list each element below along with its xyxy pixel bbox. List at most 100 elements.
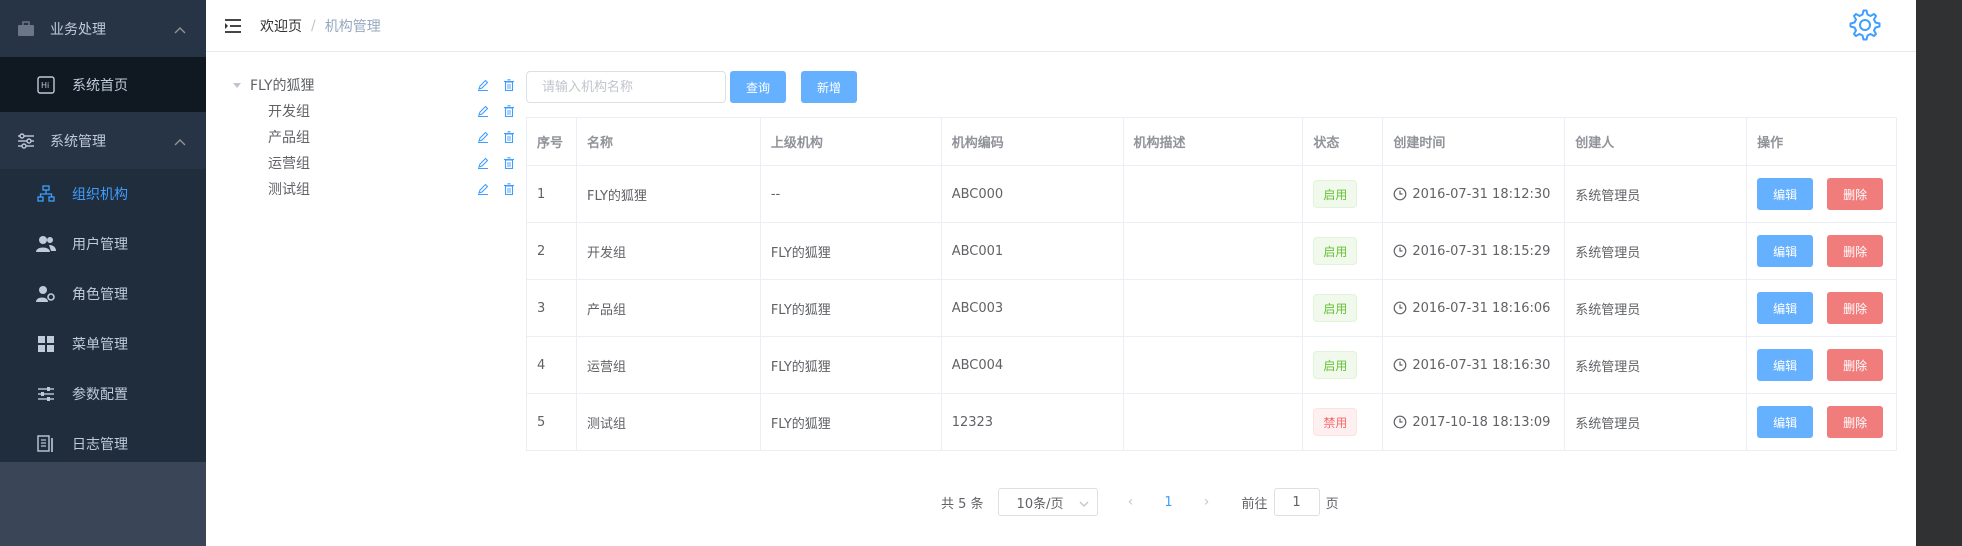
cell-desc	[1123, 394, 1304, 451]
column-header: 机构编码	[941, 118, 1124, 166]
column-header: 创建人	[1565, 118, 1748, 166]
column-header: 机构描述	[1123, 118, 1304, 166]
table-row: 1 FLY的狐狸 -- ABC000 启用 2016-07-31 18:12:3…	[527, 166, 1897, 223]
sidebar-item-org[interactable]: 组织机构	[0, 169, 206, 219]
edit-button[interactable]: 编辑	[1757, 406, 1814, 438]
grid-icon	[36, 334, 56, 354]
edit-button[interactable]: 编辑	[1757, 235, 1814, 267]
edit-button[interactable]: 编辑	[1757, 292, 1814, 324]
tree-node-label: 运营组	[268, 156, 310, 172]
org-tree: FLY的狐狸 开发组 产品组 运营组 测试组	[232, 72, 522, 202]
pagination: 共 5 条 10条/页 ‹ 1 › 前往 页	[941, 488, 1339, 516]
cell-name: FLY的狐狸	[576, 166, 761, 223]
status-badge: 启用	[1313, 237, 1358, 265]
delete-icon[interactable]	[502, 182, 516, 196]
gear-icon[interactable]	[1848, 8, 1882, 42]
tree-node-label: 产品组	[268, 130, 310, 146]
delete-button[interactable]: 删除	[1827, 292, 1884, 324]
cell-creator: 系统管理员	[1565, 223, 1748, 280]
sidebar-item-menus[interactable]: 菜单管理	[0, 319, 206, 369]
sidebar-item-label: 日志管理	[72, 437, 128, 453]
cell-index: 1	[527, 166, 577, 223]
cell-desc	[1123, 223, 1304, 280]
cell-index: 3	[527, 280, 577, 337]
menu-group-business[interactable]: 业务处理	[0, 0, 206, 57]
total-count: 共 5 条	[941, 496, 984, 512]
sidebar-item-label: 系统首页	[72, 77, 128, 94]
goto-page-input[interactable]	[1273, 488, 1320, 516]
edit-icon[interactable]	[476, 104, 490, 118]
sidebar-item-label: 参数配置	[72, 387, 128, 403]
tree-node-label: FLY的狐狸	[250, 78, 315, 94]
cell-code: ABC001	[941, 223, 1124, 280]
column-header: 序号	[527, 118, 577, 166]
menu-group-label: 业务处理	[50, 21, 106, 38]
sidebar-item-params[interactable]: 参数配置	[0, 369, 206, 419]
delete-button[interactable]: 删除	[1827, 406, 1884, 438]
caret-down-icon[interactable]	[232, 77, 244, 93]
query-button[interactable]: 查询	[730, 71, 786, 103]
edit-button[interactable]: 编辑	[1757, 178, 1814, 210]
org-name-search-input[interactable]	[526, 71, 726, 103]
user-gear-icon	[36, 284, 56, 304]
created-time: 2016-07-31 18:16:06	[1412, 300, 1551, 316]
cell-status: 启用	[1303, 223, 1384, 280]
cell-code: ABC004	[941, 337, 1124, 394]
delete-button[interactable]: 删除	[1827, 235, 1884, 267]
tree-node-child[interactable]: 运营组	[232, 150, 522, 176]
delete-button[interactable]: 删除	[1827, 349, 1884, 381]
cell-name: 测试组	[576, 394, 761, 451]
sidebar: 业务处理 Hi 系统首页 系统管理 组织机构 用户管理 角色管理 菜单管理 参数…	[0, 0, 206, 546]
tree-node-child[interactable]: 产品组	[232, 124, 522, 150]
next-page-button[interactable]: ›	[1192, 494, 1222, 510]
tree-node-label: 开发组	[268, 104, 310, 120]
delete-icon[interactable]	[502, 78, 516, 92]
column-header: 名称	[576, 118, 761, 166]
edit-button[interactable]: 编辑	[1757, 349, 1814, 381]
prev-page-button[interactable]: ‹	[1116, 494, 1146, 510]
sidebar-item-home[interactable]: Hi 系统首页	[0, 57, 206, 112]
cell-created: 2016-07-31 18:12:30	[1383, 166, 1566, 223]
cell-desc	[1123, 166, 1304, 223]
tree-node-child[interactable]: 测试组	[232, 176, 522, 202]
sidebar-item-roles[interactable]: 角色管理	[0, 269, 206, 319]
table-row: 4 运营组 FLY的狐狸 ABC004 启用 2016-07-31 18:16:…	[527, 337, 1897, 394]
page-number[interactable]: 1	[1154, 495, 1184, 510]
cell-status: 启用	[1303, 337, 1384, 394]
breadcrumb-home[interactable]: 欢迎页	[260, 16, 302, 36]
hi-icon: Hi	[36, 75, 56, 95]
delete-icon[interactable]	[502, 104, 516, 118]
delete-icon[interactable]	[502, 156, 516, 170]
add-button[interactable]: 新增	[801, 71, 857, 103]
menu-group-system[interactable]: 系统管理	[0, 112, 206, 169]
sliders-icon	[16, 131, 36, 151]
breadcrumb: 欢迎页 / 机构管理	[260, 16, 381, 36]
cell-created: 2017-10-18 18:13:09	[1383, 394, 1566, 451]
edit-icon[interactable]	[476, 78, 490, 92]
cell-name: 运营组	[576, 337, 761, 394]
menu-fold-icon[interactable]	[222, 15, 244, 37]
clock-icon	[1393, 301, 1407, 315]
briefcase-icon	[16, 19, 36, 39]
tree-node-child[interactable]: 开发组	[232, 98, 522, 124]
sidebar-item-users[interactable]: 用户管理	[0, 219, 206, 269]
cell-parent: FLY的狐狸	[760, 280, 942, 337]
cell-desc	[1123, 280, 1304, 337]
users-icon	[36, 234, 56, 254]
cell-actions: 编辑 删除	[1747, 337, 1897, 394]
sidebar-item-label: 用户管理	[72, 237, 128, 253]
clock-icon	[1393, 415, 1407, 429]
edit-icon[interactable]	[476, 130, 490, 144]
tree-node-root[interactable]: FLY的狐狸	[232, 72, 522, 98]
delete-icon[interactable]	[502, 130, 516, 144]
table-row: 2 开发组 FLY的狐狸 ABC001 启用 2016-07-31 18:15:…	[527, 223, 1897, 280]
column-header: 创建时间	[1383, 118, 1566, 166]
page-size-select[interactable]: 10条/页	[997, 488, 1098, 516]
cell-parent: FLY的狐狸	[760, 337, 942, 394]
delete-button[interactable]: 删除	[1827, 178, 1884, 210]
cell-creator: 系统管理员	[1565, 166, 1748, 223]
column-header: 上级机构	[760, 118, 942, 166]
cell-desc	[1123, 337, 1304, 394]
edit-icon[interactable]	[476, 156, 490, 170]
edit-icon[interactable]	[476, 182, 490, 196]
